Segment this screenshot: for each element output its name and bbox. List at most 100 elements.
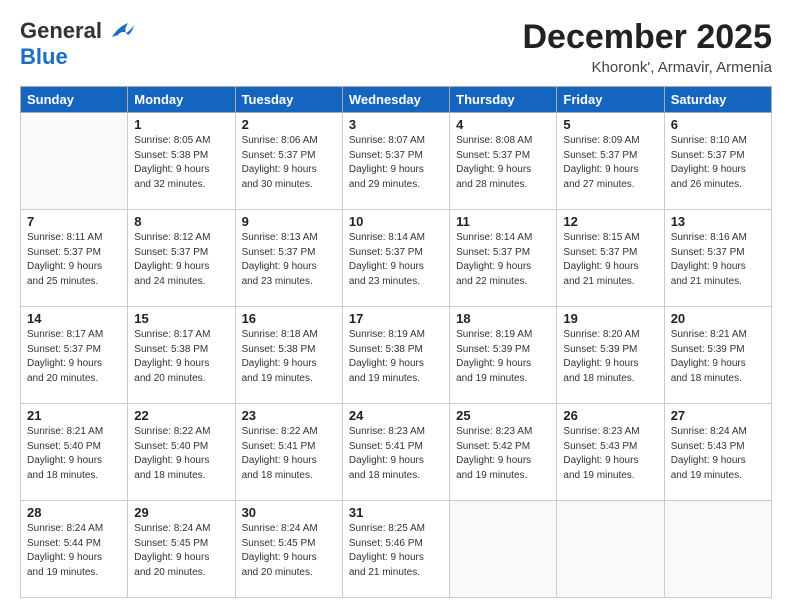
col-saturday: Saturday — [664, 87, 771, 113]
day-info: Sunrise: 8:14 AMSunset: 5:37 PMDaylight:… — [349, 231, 443, 289]
table-row: 13 Sunrise: 8:16 AMSunset: 5:37 PMDayligh… — [664, 210, 771, 307]
table-row: 23 Sunrise: 8:22 AMSunset: 5:41 PMDayligh… — [235, 404, 342, 501]
day-info: Sunrise: 8:21 AMSunset: 5:39 PMDaylight:… — [671, 328, 765, 386]
table-row — [21, 113, 128, 210]
day-number: 17 — [349, 311, 443, 326]
title-area: December 2025 Khoronk', Armavir, Armenia — [522, 18, 772, 76]
table-row: 29Sunrise: 8:24 AMSunset: 5:45 PMDayligh… — [128, 501, 235, 598]
day-info: Sunrise: 8:24 AMSunset: 5:45 PMDaylight:… — [242, 522, 336, 580]
table-row: 17 Sunrise: 8:19 AMSunset: 5:38 PMDayligh… — [342, 307, 449, 404]
day-number: 11 — [456, 214, 550, 229]
day-number: 10 — [349, 214, 443, 229]
day-info: Sunrise: 8:20 AMSunset: 5:39 PMDaylight:… — [563, 328, 657, 386]
table-row: 20 Sunrise: 8:21 AMSunset: 5:39 PMDayligh… — [664, 307, 771, 404]
table-row: 10 Sunrise: 8:14 AMSunset: 5:37 PMDayligh… — [342, 210, 449, 307]
col-tuesday: Tuesday — [235, 87, 342, 113]
table-row: 30 Sunrise: 8:24 AMSunset: 5:45 PMDayligh… — [235, 501, 342, 598]
table-row — [450, 501, 557, 598]
table-row: 2 Sunrise: 8:06 AMSunset: 5:37 PMDaylight… — [235, 113, 342, 210]
page: General Blue December 2025 Khoronk', Arm… — [0, 0, 792, 612]
day-number: 2 — [242, 117, 336, 132]
day-info: Sunrise: 8:24 AMSunset: 5:45 PMDaylight:… — [134, 522, 228, 580]
day-number: 9 — [242, 214, 336, 229]
table-row: 16Sunrise: 8:18 AMSunset: 5:38 PMDayligh… — [235, 307, 342, 404]
day-info: Sunrise: 8:12 AMSunset: 5:37 PMDaylight:… — [134, 231, 228, 289]
day-number: 19 — [563, 311, 657, 326]
table-row: 1Sunrise: 8:05 AMSunset: 5:38 PMDaylight… — [128, 113, 235, 210]
calendar-week-row: 7 Sunrise: 8:11 AMSunset: 5:37 PMDaylight… — [21, 210, 772, 307]
day-number: 23 — [242, 408, 336, 423]
calendar-week-row: 28Sunrise: 8:24 AMSunset: 5:44 PMDayligh… — [21, 501, 772, 598]
table-row: 14 Sunrise: 8:17 AMSunset: 5:37 PMDayligh… — [21, 307, 128, 404]
day-number: 6 — [671, 117, 765, 132]
table-row: 19 Sunrise: 8:20 AMSunset: 5:39 PMDayligh… — [557, 307, 664, 404]
table-row: 6 Sunrise: 8:10 AMSunset: 5:37 PMDaylight… — [664, 113, 771, 210]
day-number: 1 — [134, 117, 228, 132]
col-thursday: Thursday — [450, 87, 557, 113]
day-number: 20 — [671, 311, 765, 326]
day-number: 12 — [563, 214, 657, 229]
logo: General Blue — [20, 18, 136, 70]
col-sunday: Sunday — [21, 87, 128, 113]
table-row: 4Sunrise: 8:08 AMSunset: 5:37 PMDaylight… — [450, 113, 557, 210]
table-row: 9 Sunrise: 8:13 AMSunset: 5:37 PMDaylight… — [235, 210, 342, 307]
day-info: Sunrise: 8:19 AMSunset: 5:38 PMDaylight:… — [349, 328, 443, 386]
logo-blue-text: Blue — [20, 44, 68, 70]
day-info: Sunrise: 8:21 AMSunset: 5:40 PMDaylight:… — [27, 425, 121, 483]
table-row: 26Sunrise: 8:23 AMSunset: 5:43 PMDayligh… — [557, 404, 664, 501]
day-info: Sunrise: 8:16 AMSunset: 5:37 PMDaylight:… — [671, 231, 765, 289]
calendar-table: Sunday Monday Tuesday Wednesday Thursday… — [20, 86, 772, 598]
day-number: 30 — [242, 505, 336, 520]
day-number: 28 — [27, 505, 121, 520]
table-row: 28Sunrise: 8:24 AMSunset: 5:44 PMDayligh… — [21, 501, 128, 598]
table-row: 18 Sunrise: 8:19 AMSunset: 5:39 PMDayligh… — [450, 307, 557, 404]
table-row: 24 Sunrise: 8:23 AMSunset: 5:41 PMDayligh… — [342, 404, 449, 501]
day-info: Sunrise: 8:09 AMSunset: 5:37 PMDaylight:… — [563, 134, 657, 192]
day-info: Sunrise: 8:18 AMSunset: 5:38 PMDaylight:… — [242, 328, 336, 386]
day-info: Sunrise: 8:06 AMSunset: 5:37 PMDaylight:… — [242, 134, 336, 192]
day-info: Sunrise: 8:23 AMSunset: 5:42 PMDaylight:… — [456, 425, 550, 483]
day-number: 26 — [563, 408, 657, 423]
col-wednesday: Wednesday — [342, 87, 449, 113]
day-info: Sunrise: 8:14 AMSunset: 5:37 PMDaylight:… — [456, 231, 550, 289]
day-info: Sunrise: 8:07 AMSunset: 5:37 PMDaylight:… — [349, 134, 443, 192]
day-info: Sunrise: 8:22 AMSunset: 5:40 PMDaylight:… — [134, 425, 228, 483]
day-number: 27 — [671, 408, 765, 423]
day-info: Sunrise: 8:17 AMSunset: 5:37 PMDaylight:… — [27, 328, 121, 386]
day-number: 22 — [134, 408, 228, 423]
calendar-week-row: 14 Sunrise: 8:17 AMSunset: 5:37 PMDayligh… — [21, 307, 772, 404]
day-number: 18 — [456, 311, 550, 326]
day-info: Sunrise: 8:10 AMSunset: 5:37 PMDaylight:… — [671, 134, 765, 192]
day-info: Sunrise: 8:11 AMSunset: 5:37 PMDaylight:… — [27, 231, 121, 289]
col-friday: Friday — [557, 87, 664, 113]
day-number: 31 — [349, 505, 443, 520]
day-info: Sunrise: 8:13 AMSunset: 5:37 PMDaylight:… — [242, 231, 336, 289]
day-info: Sunrise: 8:17 AMSunset: 5:38 PMDaylight:… — [134, 328, 228, 386]
location: Khoronk', Armavir, Armenia — [522, 59, 772, 76]
day-number: 21 — [27, 408, 121, 423]
day-info: Sunrise: 8:19 AMSunset: 5:39 PMDaylight:… — [456, 328, 550, 386]
day-number: 14 — [27, 311, 121, 326]
day-number: 25 — [456, 408, 550, 423]
table-row: 7 Sunrise: 8:11 AMSunset: 5:37 PMDaylight… — [21, 210, 128, 307]
day-number: 7 — [27, 214, 121, 229]
day-number: 24 — [349, 408, 443, 423]
table-row: 5Sunrise: 8:09 AMSunset: 5:37 PMDaylight… — [557, 113, 664, 210]
day-number: 13 — [671, 214, 765, 229]
table-row: 8 Sunrise: 8:12 AMSunset: 5:37 PMDaylight… — [128, 210, 235, 307]
day-number: 4 — [456, 117, 550, 132]
calendar-week-row: 21 Sunrise: 8:21 AMSunset: 5:40 PMDayligh… — [21, 404, 772, 501]
day-number: 8 — [134, 214, 228, 229]
day-info: Sunrise: 8:24 AMSunset: 5:43 PMDaylight:… — [671, 425, 765, 483]
table-row — [557, 501, 664, 598]
table-row: 22 Sunrise: 8:22 AMSunset: 5:40 PMDayligh… — [128, 404, 235, 501]
table-row: 25 Sunrise: 8:23 AMSunset: 5:42 PMDayligh… — [450, 404, 557, 501]
day-info: Sunrise: 8:22 AMSunset: 5:41 PMDaylight:… — [242, 425, 336, 483]
table-row: 12 Sunrise: 8:15 AMSunset: 5:37 PMDayligh… — [557, 210, 664, 307]
table-row — [664, 501, 771, 598]
table-row: 31Sunrise: 8:25 AMSunset: 5:46 PMDayligh… — [342, 501, 449, 598]
day-info: Sunrise: 8:23 AMSunset: 5:41 PMDaylight:… — [349, 425, 443, 483]
day-info: Sunrise: 8:15 AMSunset: 5:37 PMDaylight:… — [563, 231, 657, 289]
month-title: December 2025 — [522, 18, 772, 57]
table-row: 15Sunrise: 8:17 AMSunset: 5:38 PMDayligh… — [128, 307, 235, 404]
